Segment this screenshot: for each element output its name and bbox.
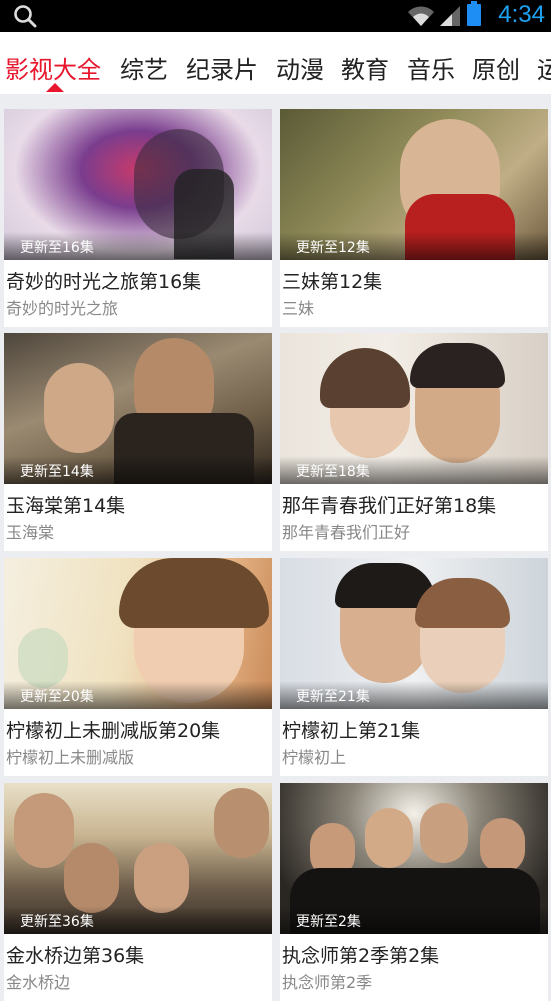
video-card[interactable]: 更新至12集 三妹第12集 三妹 bbox=[280, 109, 548, 327]
video-card[interactable]: 更新至14集 玉海棠第14集 玉海棠 bbox=[4, 333, 272, 551]
video-title[interactable]: 奇妙的时光之旅第16集 bbox=[6, 267, 201, 294]
active-tab-indicator bbox=[46, 83, 64, 92]
video-subtitle: 那年青春我们正好 bbox=[282, 523, 411, 542]
video-card[interactable]: 更新至18集 那年青春我们正好第18集 那年青春我们正好 bbox=[280, 333, 548, 551]
tab-music[interactable]: 音乐 bbox=[407, 50, 455, 85]
episode-badge: 更新至12集 bbox=[296, 240, 370, 256]
search-icon[interactable] bbox=[12, 3, 38, 29]
video-title[interactable]: 执念师第2季第2集 bbox=[282, 941, 439, 968]
video-card[interactable]: 更新至2集 执念师第2季第2集 执念师第2季 bbox=[280, 783, 548, 1001]
video-subtitle: 三妹 bbox=[282, 299, 315, 318]
video-subtitle: 柠檬初上 bbox=[282, 748, 347, 767]
episode-badge: 更新至2集 bbox=[296, 914, 361, 930]
episode-badge: 更新至18集 bbox=[296, 464, 370, 480]
video-thumbnail[interactable]: 更新至21集 bbox=[280, 558, 548, 709]
category-tabs: 影视大全 综艺 纪录片 动漫 教育 音乐 原创 运 bbox=[0, 32, 551, 94]
video-card[interactable]: 更新至16集 奇妙的时光之旅第16集 奇妙的时光之旅 bbox=[4, 109, 272, 327]
video-thumbnail[interactable]: 更新至2集 bbox=[280, 783, 548, 934]
video-subtitle: 金水桥边 bbox=[6, 973, 71, 992]
tab-education[interactable]: 教育 bbox=[341, 50, 389, 85]
video-title[interactable]: 三妹第12集 bbox=[282, 267, 382, 294]
video-card[interactable]: 更新至20集 柠檬初上未删减版第20集 柠檬初上未删减版 bbox=[4, 558, 272, 776]
video-card[interactable]: 更新至36集 金水桥边第36集 金水桥边 bbox=[4, 783, 272, 1001]
video-subtitle: 柠檬初上未删减版 bbox=[6, 748, 135, 767]
status-bar: 4:34 bbox=[0, 0, 551, 32]
episode-badge: 更新至14集 bbox=[20, 464, 94, 480]
video-subtitle: 玉海棠 bbox=[6, 523, 55, 542]
video-thumbnail[interactable]: 更新至12集 bbox=[280, 109, 548, 260]
video-title[interactable]: 金水桥边第36集 bbox=[6, 941, 144, 968]
episode-badge: 更新至21集 bbox=[296, 689, 370, 705]
tab-documentary[interactable]: 纪录片 bbox=[186, 50, 258, 85]
episode-badge: 更新至16集 bbox=[20, 240, 94, 256]
video-title[interactable]: 玉海棠第14集 bbox=[6, 491, 125, 518]
tab-movies-tv[interactable]: 影视大全 bbox=[5, 50, 101, 85]
tab-more[interactable]: 运 bbox=[537, 50, 551, 85]
video-thumbnail[interactable]: 更新至18集 bbox=[280, 333, 548, 484]
status-time: 4:34 bbox=[498, 1, 545, 28]
wifi-icon bbox=[408, 6, 434, 26]
video-title[interactable]: 柠檬初上未删减版第20集 bbox=[6, 716, 220, 743]
video-subtitle: 执念师第2季 bbox=[282, 973, 373, 992]
tab-variety[interactable]: 综艺 bbox=[120, 50, 168, 85]
episode-badge: 更新至36集 bbox=[20, 914, 94, 930]
video-subtitle: 奇妙的时光之旅 bbox=[6, 299, 119, 318]
episode-badge: 更新至20集 bbox=[20, 689, 94, 705]
tab-anime[interactable]: 动漫 bbox=[276, 50, 324, 85]
video-thumbnail[interactable]: 更新至20集 bbox=[4, 558, 272, 709]
video-thumbnail[interactable]: 更新至36集 bbox=[4, 783, 272, 934]
tab-original[interactable]: 原创 bbox=[472, 50, 520, 85]
battery-icon bbox=[467, 1, 481, 26]
video-title[interactable]: 那年青春我们正好第18集 bbox=[282, 491, 496, 518]
signal-icon bbox=[440, 6, 460, 26]
video-title[interactable]: 柠檬初上第21集 bbox=[282, 716, 420, 743]
video-card[interactable]: 更新至21集 柠檬初上第21集 柠檬初上 bbox=[280, 558, 548, 776]
video-thumbnail[interactable]: 更新至14集 bbox=[4, 333, 272, 484]
video-thumbnail[interactable]: 更新至16集 bbox=[4, 109, 272, 260]
